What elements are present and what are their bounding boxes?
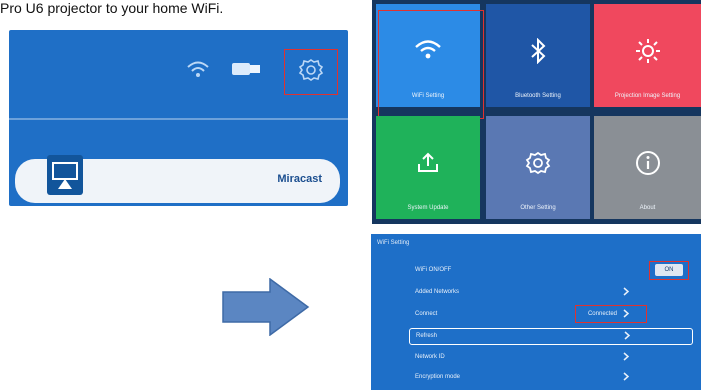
status-icons bbox=[186, 49, 338, 95]
wifi-tile-highlight bbox=[378, 10, 484, 119]
upload-icon bbox=[416, 150, 440, 178]
panel-title: WiFi Setting bbox=[377, 240, 410, 246]
right-arrow-icon bbox=[222, 277, 310, 341]
wifi-icon[interactable] bbox=[186, 59, 210, 85]
row-label: Network ID bbox=[415, 354, 445, 360]
brightness-icon bbox=[635, 38, 661, 68]
miracast-label: Miracast bbox=[277, 173, 322, 185]
row-network-id[interactable]: Network ID bbox=[409, 350, 691, 365]
bluetooth-icon bbox=[528, 37, 548, 68]
chevron-right-icon bbox=[622, 352, 631, 361]
tile-bluetooth-setting[interactable]: Bluetooth Setting bbox=[486, 4, 590, 107]
row-label: Encryption mode bbox=[415, 374, 461, 380]
row-refresh[interactable]: Refresh bbox=[409, 328, 693, 345]
hdmi-dongle-icon[interactable] bbox=[230, 59, 264, 85]
row-label: WiFi ON/OFF bbox=[415, 267, 452, 273]
row-label: Added Networks bbox=[415, 289, 460, 295]
info-icon bbox=[635, 150, 661, 180]
wifi-settings-panel: WiFi Setting WiFi ON/OFF ON Added Networ… bbox=[371, 234, 701, 390]
tile-system-update[interactable]: System Update bbox=[376, 116, 480, 219]
tile-about[interactable]: About bbox=[594, 116, 701, 219]
chevron-right-icon bbox=[622, 287, 631, 296]
tile-label: Projection Image Setting bbox=[614, 93, 681, 99]
settings-tile-menu: WiFi Setting Bluetooth Setting Projectio… bbox=[372, 0, 701, 224]
chevron-right-icon bbox=[622, 372, 631, 381]
home-screen-panel: Miracast bbox=[9, 30, 348, 206]
chevron-right-icon bbox=[622, 309, 631, 318]
gear-icon bbox=[525, 150, 551, 180]
wifi-toggle[interactable]: ON bbox=[655, 264, 683, 276]
instruction-caption: Pro U6 projector to your home WiFi. bbox=[0, 0, 224, 16]
tile-projection-image-setting[interactable]: Projection Image Setting bbox=[594, 4, 701, 107]
miracast-button[interactable]: Miracast bbox=[15, 155, 340, 203]
row-value: Connected bbox=[587, 311, 617, 317]
divider bbox=[9, 118, 348, 120]
screen-cast-icon bbox=[47, 155, 83, 195]
chevron-right-icon bbox=[623, 331, 632, 340]
settings-gear-highlight[interactable] bbox=[284, 49, 338, 95]
row-added-networks[interactable]: Added Networks bbox=[409, 285, 691, 300]
row-label: Connect bbox=[415, 311, 438, 317]
row-connect[interactable]: Connect Connected bbox=[409, 305, 691, 323]
tile-label: About bbox=[639, 205, 656, 211]
row-label: Refresh bbox=[416, 333, 438, 339]
tile-label: System Update bbox=[407, 205, 449, 211]
row-wifi-on-off[interactable]: WiFi ON/OFF ON bbox=[409, 261, 691, 280]
row-encryption-mode[interactable]: Encryption mode bbox=[409, 370, 691, 385]
tile-label: Bluetooth Setting bbox=[515, 93, 561, 99]
tile-other-setting[interactable]: Other Setting bbox=[486, 116, 590, 219]
tile-label: Other Setting bbox=[520, 205, 556, 211]
gear-icon[interactable] bbox=[298, 57, 324, 88]
